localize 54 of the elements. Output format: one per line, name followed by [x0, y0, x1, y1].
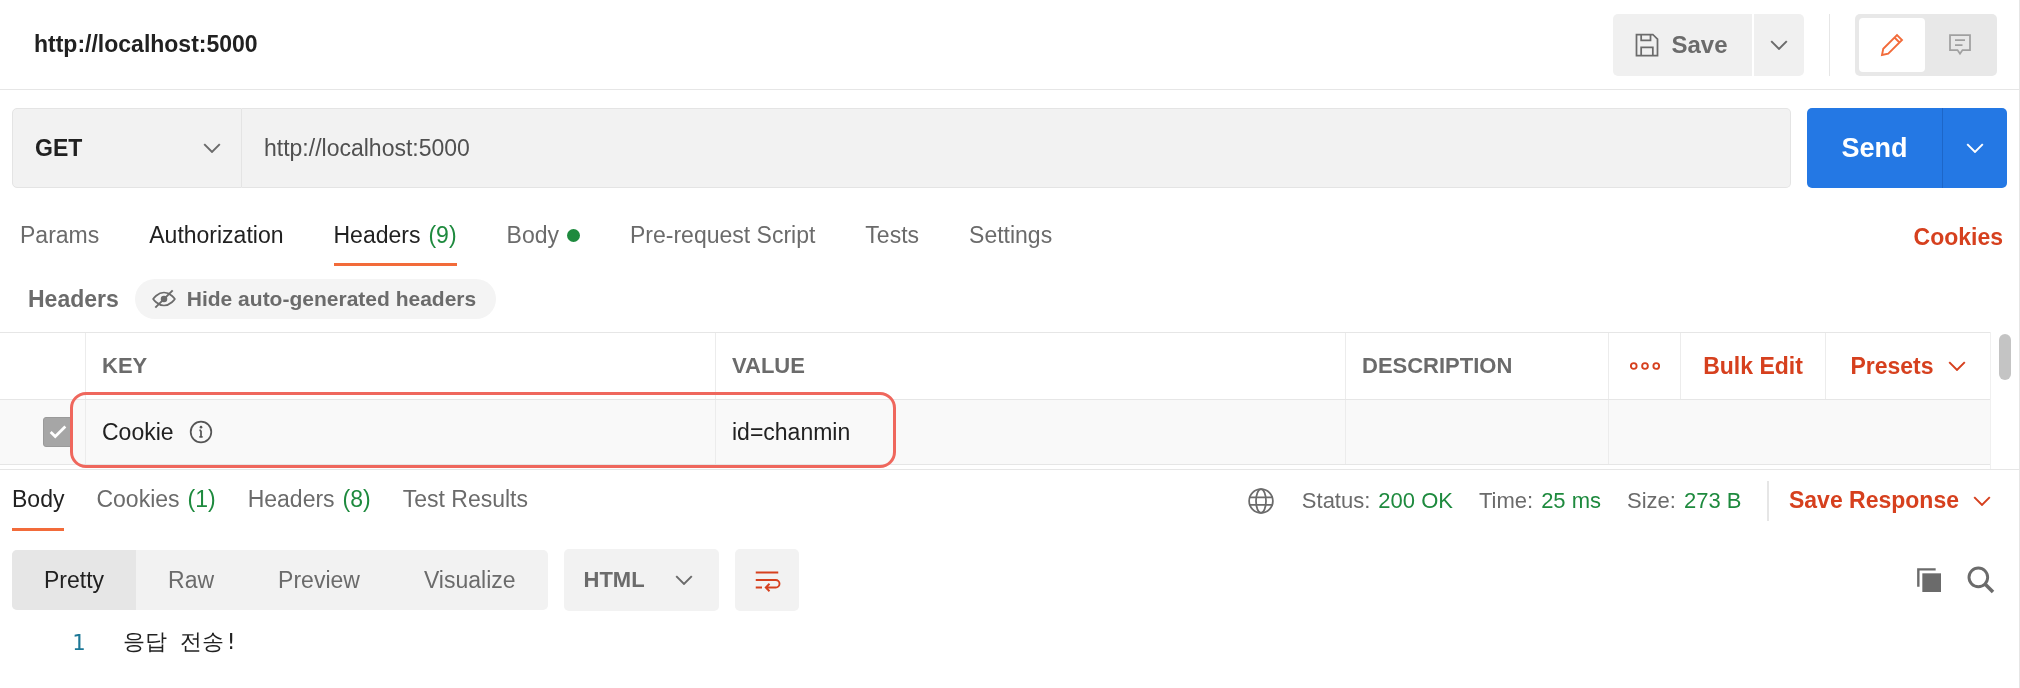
method-dropdown[interactable]: GET: [12, 108, 242, 188]
bulk-edit-button[interactable]: Bulk Edit: [1703, 352, 1803, 380]
request-title: http://localhost:5000: [34, 31, 258, 58]
header-value: id=chanmin: [732, 418, 851, 446]
request-tab[interactable]: Headers (9): [333, 202, 457, 266]
caret-icon: [1966, 143, 1984, 153]
caret-icon: [203, 143, 221, 153]
caret-icon: [1947, 361, 1966, 371]
response-tab[interactable]: Test Results: [402, 470, 528, 531]
column-header: VALUE: [715, 333, 1345, 399]
status-value: 25 ms: [1541, 487, 1602, 514]
code-text: 응답 전송!: [123, 628, 238, 656]
request-tab[interactable]: Params: [20, 202, 100, 266]
search-icon[interactable]: [1965, 564, 1997, 596]
wrap-lines-button[interactable]: [734, 549, 799, 611]
row-checkbox[interactable]: [43, 417, 73, 447]
column-header: DESCRIPTION: [1345, 333, 1608, 399]
url-field[interactable]: http://localhost:5000: [242, 108, 1791, 188]
status-label: Size:: [1627, 487, 1676, 514]
response-tab[interactable]: Body: [12, 470, 65, 531]
line-number: 1: [72, 629, 86, 655]
caret-icon: [674, 575, 693, 585]
status-label: Time:: [1478, 487, 1534, 514]
section-label: Headers: [28, 285, 119, 313]
response-tab[interactable]: Headers (8): [247, 470, 371, 531]
scrollbar-thumb[interactable]: [1999, 334, 2011, 380]
request-tab[interactable]: Tests: [865, 202, 920, 266]
status-label: Status:: [1301, 487, 1371, 514]
request-tab[interactable]: Settings: [969, 202, 1053, 266]
header-key: Cookie: [102, 418, 174, 446]
column-header: KEY: [85, 333, 715, 399]
view-mode-tab[interactable]: Preview: [246, 550, 392, 610]
save-button[interactable]: Save: [1613, 13, 1752, 76]
send-button[interactable]: Send: [1807, 108, 1942, 188]
request-tab[interactable]: Body: [506, 202, 580, 266]
request-tab[interactable]: Pre-request Script: [630, 202, 816, 266]
status-value: 200 OK: [1378, 487, 1453, 514]
save-response-button[interactable]: Save Response: [1788, 487, 1991, 514]
globe-icon[interactable]: [1245, 485, 1276, 516]
presets-button[interactable]: Presets: [1850, 352, 1966, 380]
info-icon[interactable]: [187, 419, 214, 445]
request-tab[interactable]: Authorization: [149, 202, 284, 266]
cookies-link[interactable]: Cookies: [1913, 202, 2003, 266]
view-mode-tab[interactable]: Pretty: [12, 550, 137, 610]
view-mode-tab[interactable]: Visualize: [391, 550, 548, 610]
status-value: 273 B: [1683, 487, 1742, 514]
language-dropdown[interactable]: HTML: [563, 549, 719, 611]
hide-headers-toggle[interactable]: Hide auto-generated headers: [134, 279, 497, 319]
response-tab[interactable]: Cookies (1): [96, 470, 216, 531]
caret-icon: [1769, 39, 1788, 50]
more-options-icon[interactable]: [1629, 359, 1660, 373]
caret-icon: [1973, 495, 1991, 506]
view-mode-tab[interactable]: Raw: [136, 550, 247, 610]
edit-mode-button[interactable]: [1859, 17, 1925, 72]
